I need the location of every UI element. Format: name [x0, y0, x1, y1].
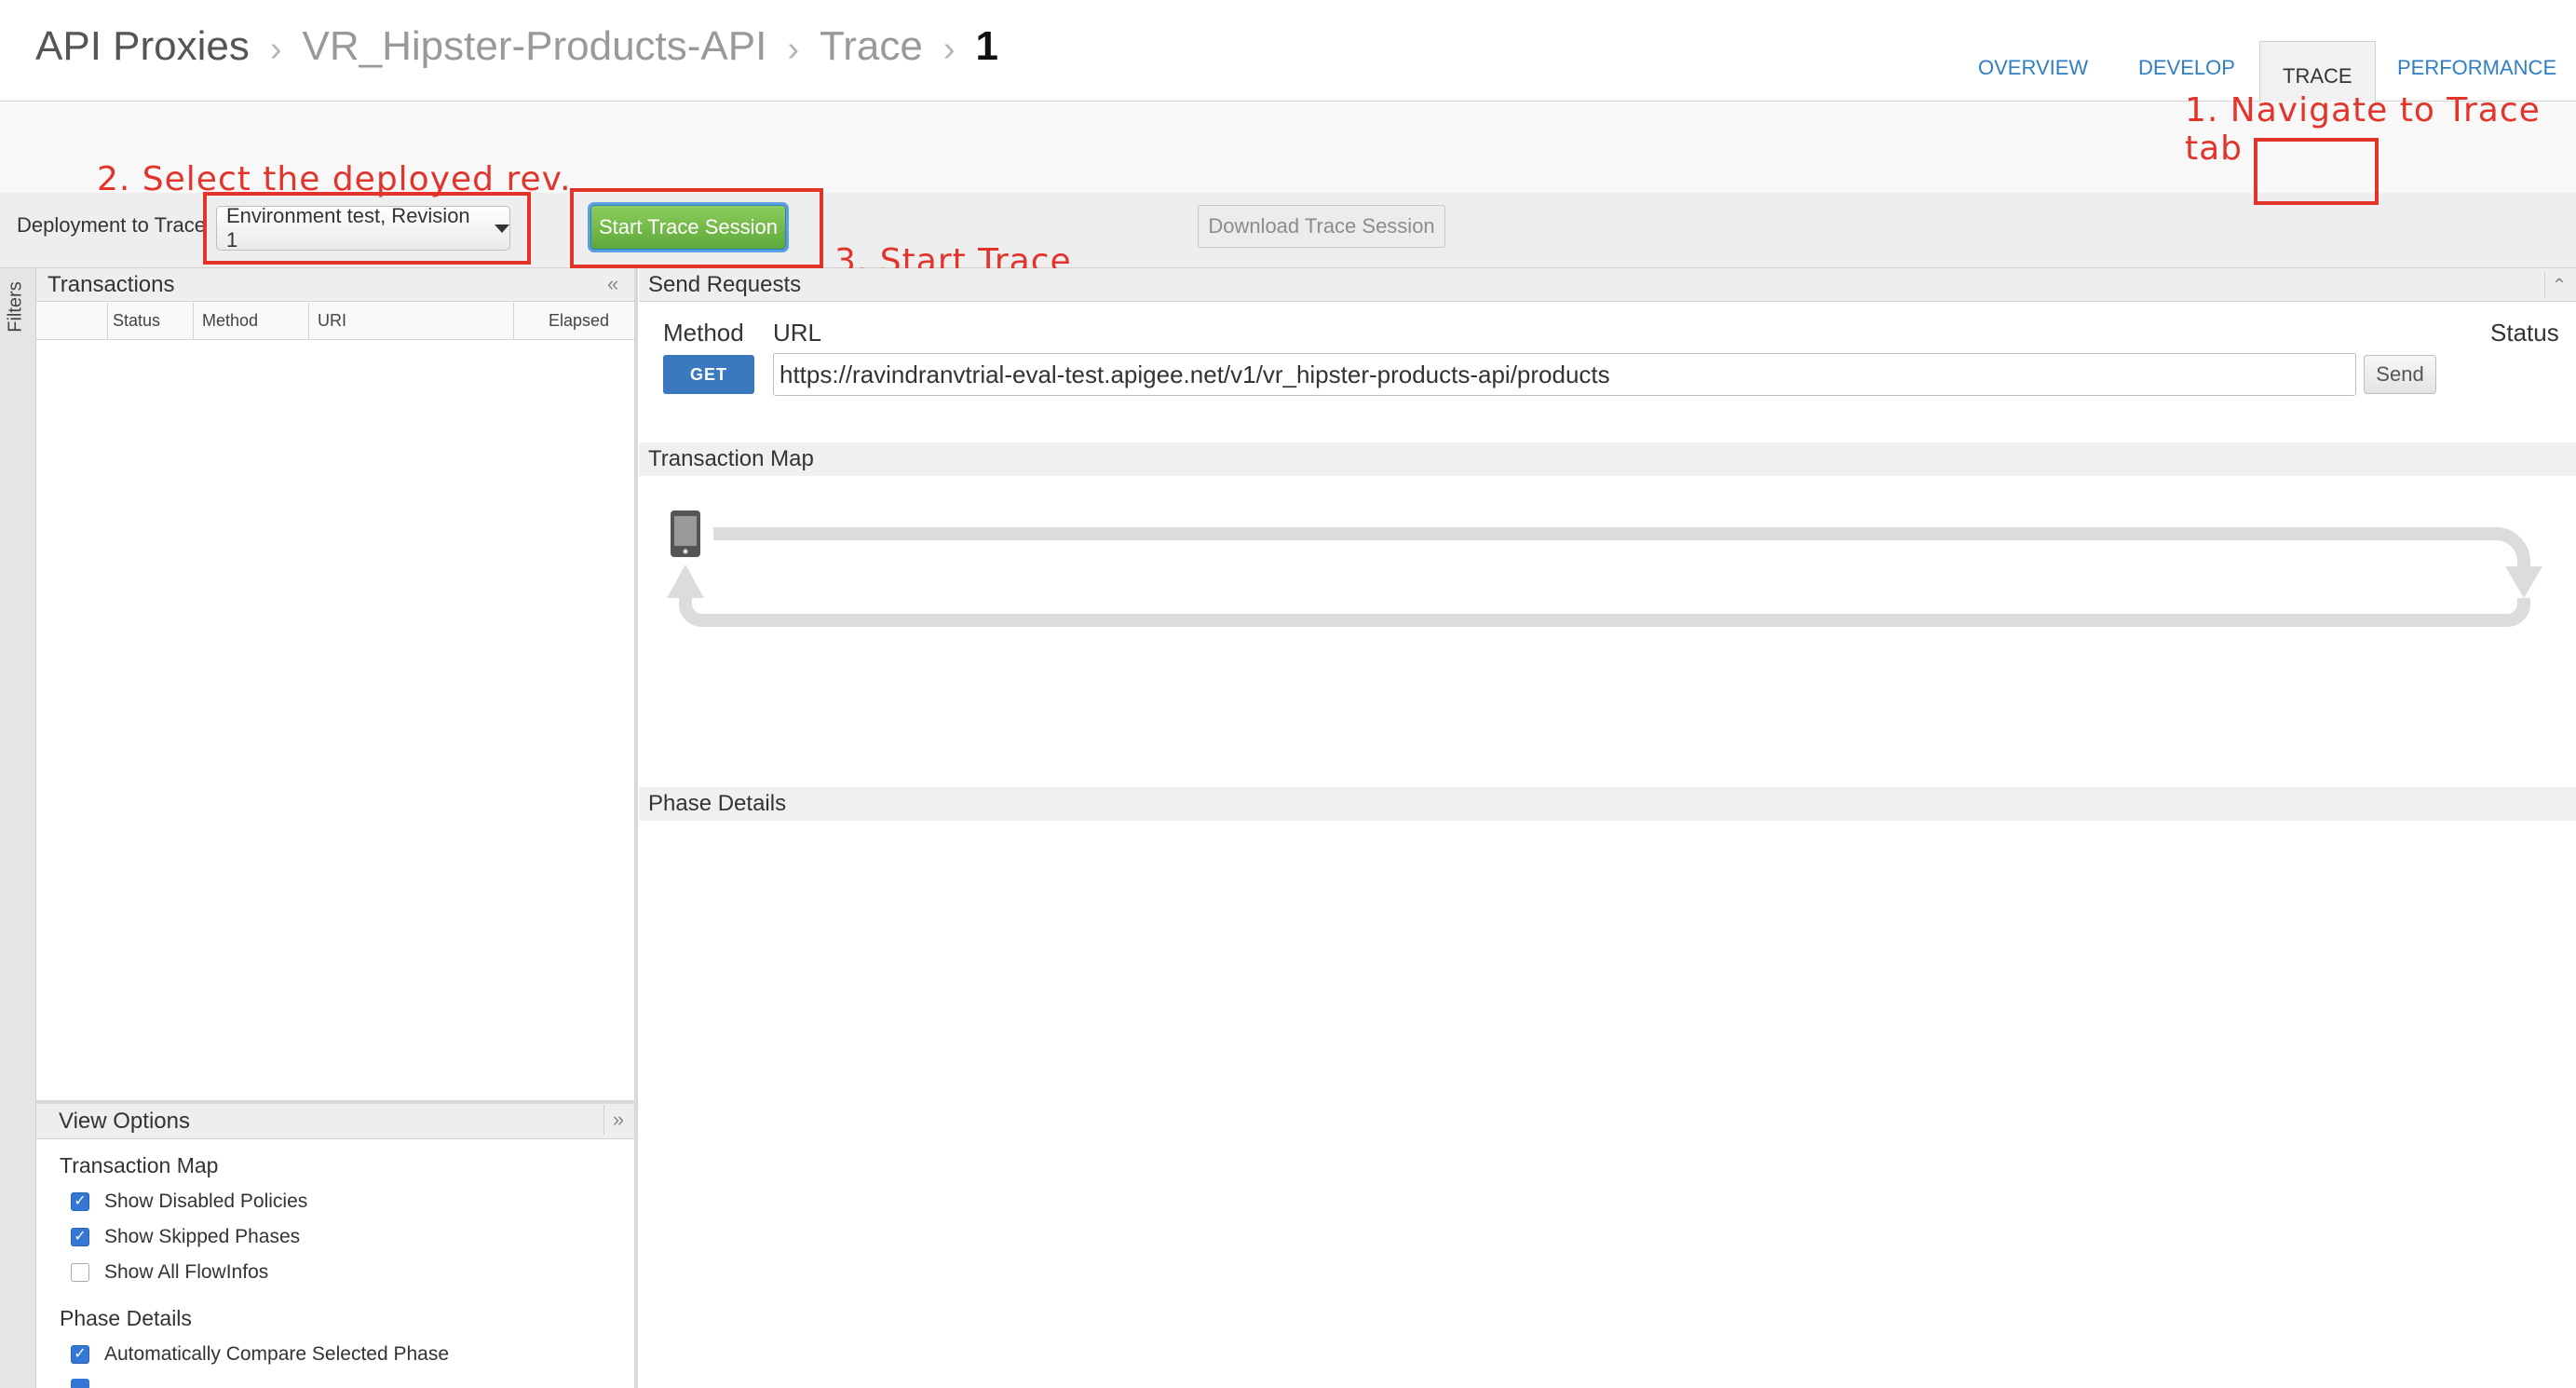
option-label: Show Disabled Policies — [104, 1191, 308, 1212]
breadcrumb-revision: 1 — [975, 23, 998, 69]
method-label: Method — [663, 319, 744, 347]
filters-label[interactable]: Filters — [6, 281, 27, 332]
option-label: Show All FlowInfos — [104, 1261, 269, 1283]
breadcrumb-api-proxies[interactable]: API Proxies — [35, 23, 250, 70]
option-label: Automatically Compare Selected Phase — [104, 1343, 450, 1365]
chevron-right-icon: › — [942, 29, 956, 69]
arrow-down-icon — [2505, 566, 2542, 598]
checkbox-checked-icon[interactable]: ✓ — [71, 1345, 89, 1364]
collapse-left-icon[interactable]: « — [607, 272, 618, 296]
phase-details-title: Phase Details — [648, 791, 787, 816]
view-options-transaction-map-heading: Transaction Map — [60, 1153, 219, 1177]
tab-performance[interactable]: PERFORMANCE — [2397, 56, 2556, 80]
option-show-all-flowinfos[interactable]: Show All FlowInfos — [71, 1261, 268, 1284]
checkbox-checked-icon[interactable]: ✓ — [71, 1228, 89, 1246]
method-get-button[interactable]: GET — [663, 355, 754, 394]
status-label: Status — [2490, 319, 2559, 347]
annotation-step1: 1. Navigate to Trace tab — [2185, 91, 2541, 168]
breadcrumb-trace[interactable]: Trace — [820, 23, 923, 70]
option-show-skipped-phases[interactable]: ✓ Show Skipped Phases — [71, 1226, 300, 1248]
chevron-right-icon: › — [269, 29, 282, 69]
transactions-title: Transactions — [47, 271, 175, 297]
send-button[interactable]: Send — [2364, 355, 2436, 394]
annotation-box-deployment — [203, 192, 531, 265]
column-method[interactable]: Method — [202, 311, 258, 331]
annotation-box-trace-tab — [2254, 138, 2379, 205]
column-divider — [308, 303, 309, 339]
request-url-input[interactable]: https://ravindranvtrial-eval-test.apigee… — [773, 353, 2356, 396]
annotation-box-start-trace — [570, 188, 823, 268]
send-requests-title: Send Requests — [648, 271, 802, 297]
url-label: URL — [773, 319, 822, 347]
column-divider — [513, 303, 514, 339]
column-divider — [107, 303, 108, 339]
chevron-right-icon: › — [787, 29, 800, 69]
transaction-map-header: Transaction Map — [639, 442, 2576, 476]
option-auto-compare-phase[interactable]: ✓ Automatically Compare Selected Phase — [71, 1343, 449, 1366]
collapse-send-requests-icon[interactable]: ⌃ — [2544, 272, 2573, 298]
view-options-header: View Options — [36, 1100, 634, 1139]
filters-panel[interactable] — [0, 268, 36, 1388]
tab-overview[interactable]: OVERVIEW — [1978, 56, 2088, 80]
deployment-label: Deployment to Trace — [17, 213, 206, 237]
expand-view-options-icon[interactable]: » — [603, 1105, 632, 1135]
checkbox-unchecked-icon[interactable] — [71, 1263, 89, 1282]
view-options-phase-details-heading: Phase Details — [60, 1306, 192, 1330]
tab-develop[interactable]: DEVELOP — [2138, 56, 2235, 80]
phase-details-header: Phase Details — [639, 787, 2576, 821]
transactions-header: Transactions — [36, 268, 634, 302]
option-show-disabled-policies[interactable]: ✓ Show Disabled Policies — [71, 1191, 307, 1213]
request-flow-line — [713, 527, 2530, 568]
view-options-title: View Options — [59, 1108, 190, 1134]
breadcrumb: API Proxies › VR_Hipster-Products-API › … — [35, 0, 998, 93]
column-uri[interactable]: URI — [318, 311, 346, 331]
transactions-column-header: Status Method URI Elapsed — [36, 303, 634, 340]
send-requests-header: Send Requests — [639, 268, 2576, 302]
column-status[interactable]: Status — [113, 311, 160, 331]
column-elapsed[interactable]: Elapsed — [549, 311, 609, 331]
transaction-map-diagram — [667, 510, 2542, 627]
breadcrumb-proxy-name[interactable]: VR_Hipster-Products-API — [303, 23, 767, 70]
checkbox-checked-icon[interactable] — [71, 1379, 89, 1388]
download-trace-session-button[interactable]: Download Trace Session — [1198, 205, 1445, 248]
checkbox-checked-icon[interactable]: ✓ — [71, 1192, 89, 1211]
transaction-map-title: Transaction Map — [648, 446, 814, 471]
response-flow-line — [679, 596, 2530, 627]
option-label: Show Skipped Phases — [104, 1226, 301, 1247]
mobile-device-icon[interactable] — [671, 510, 700, 557]
arrow-up-icon — [667, 565, 704, 598]
transactions-panel: Transactions — [36, 268, 638, 1388]
column-divider — [193, 303, 194, 339]
